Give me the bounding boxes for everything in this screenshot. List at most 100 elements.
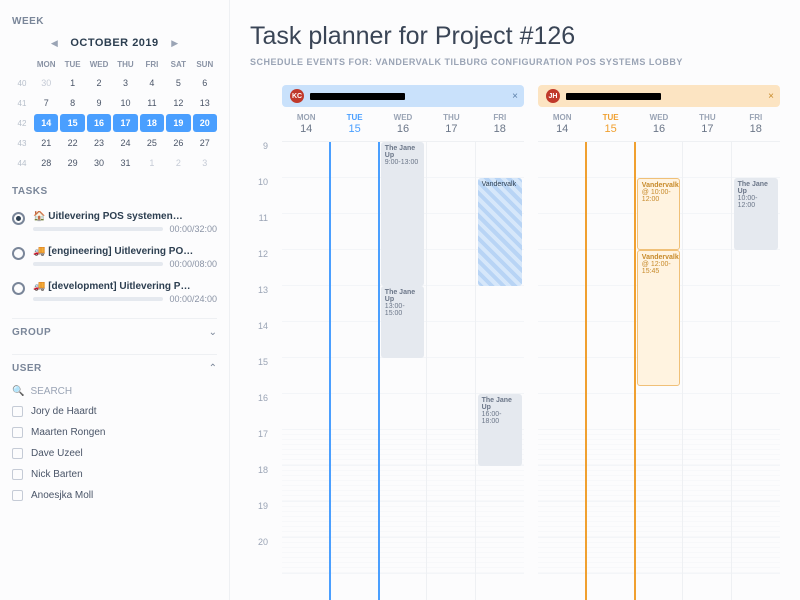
calendar-day[interactable]: 11 bbox=[140, 94, 164, 112]
day-column[interactable]: Vandervalk The Jane Up 16:00-18:00 bbox=[476, 142, 524, 600]
hour-label: 16 bbox=[250, 393, 272, 429]
day-column[interactable]: The Jane Up 10:00-12:00 bbox=[732, 142, 780, 600]
day-column[interactable] bbox=[427, 142, 475, 600]
calendar-dow: THU bbox=[113, 57, 137, 72]
grid-body[interactable]: Vandervalk @ 10:00-12:00 Vandervalk @ 12… bbox=[538, 141, 780, 600]
checkbox-icon[interactable] bbox=[12, 427, 23, 438]
calendar-day[interactable]: 3 bbox=[193, 154, 217, 172]
calendar-day[interactable]: 21 bbox=[34, 134, 58, 152]
calendar-day[interactable]: 14 bbox=[34, 114, 58, 132]
day-column[interactable] bbox=[329, 142, 379, 600]
event-time: 9:00-13:00 bbox=[385, 159, 420, 166]
next-month-icon[interactable]: ▶ bbox=[167, 35, 183, 51]
calendar-day[interactable]: 16 bbox=[87, 114, 111, 132]
calendar-day[interactable]: 12 bbox=[166, 94, 190, 112]
grid-body[interactable]: The Jane Up 9:00-13:00 The Jane Up 13:00… bbox=[282, 141, 524, 600]
calendar-day[interactable]: 8 bbox=[60, 94, 84, 112]
calendar-day[interactable]: 1 bbox=[60, 74, 84, 92]
calendar-week-num: 43 bbox=[12, 134, 32, 152]
lane-header[interactable]: KC × bbox=[282, 85, 524, 107]
calendar-day[interactable]: 26 bbox=[166, 134, 190, 152]
user-item[interactable]: Maarten Rongen bbox=[12, 422, 217, 443]
user-item[interactable]: Anoesjka Moll bbox=[12, 485, 217, 506]
day-column[interactable] bbox=[683, 142, 731, 600]
calendar-day[interactable]: 27 bbox=[193, 134, 217, 152]
event-block[interactable]: Vandervalk @ 10:00-12:00 bbox=[637, 178, 680, 250]
calendar-day[interactable]: 4 bbox=[140, 74, 164, 92]
task-item[interactable]: 🚚 [development] Uitlevering P… 00:00/24:… bbox=[12, 275, 217, 310]
calendar-day[interactable]: 9 bbox=[87, 94, 111, 112]
event-block[interactable]: Vandervalk @ 12:00-15:45 bbox=[637, 250, 680, 386]
calendar-day[interactable]: 5 bbox=[166, 74, 190, 92]
user-item[interactable]: Jory de Haardt bbox=[12, 401, 217, 422]
calendar-day[interactable]: 3 bbox=[113, 74, 137, 92]
task-item[interactable]: 🏠 Uitlevering POS systemen… 00:00/32:00 bbox=[12, 205, 217, 240]
event-block[interactable]: The Jane Up 9:00-13:00 bbox=[381, 142, 424, 286]
task-name: 🏠 Uitlevering POS systemen… bbox=[33, 211, 217, 222]
calendar-day[interactable]: 15 bbox=[60, 114, 84, 132]
calendar-day[interactable]: 1 bbox=[140, 154, 164, 172]
user-section[interactable]: USER ⌃ bbox=[12, 354, 217, 382]
event-time: @ 12:00-15:45 bbox=[642, 261, 675, 275]
calendar-day[interactable]: 20 bbox=[193, 114, 217, 132]
event-block[interactable]: The Jane Up 16:00-18:00 bbox=[478, 394, 522, 466]
calendar-day[interactable]: 31 bbox=[113, 154, 137, 172]
checkbox-icon[interactable] bbox=[12, 469, 23, 480]
planner: 91011121314151617181920 KC × MON14TUE15W… bbox=[250, 85, 780, 600]
calendar-day[interactable]: 24 bbox=[113, 134, 137, 152]
calendar-day[interactable]: 18 bbox=[140, 114, 164, 132]
calendar-day[interactable]: 30 bbox=[87, 154, 111, 172]
calendar-day[interactable]: 29 bbox=[60, 154, 84, 172]
day-column[interactable] bbox=[282, 142, 330, 600]
event-block[interactable]: Vandervalk bbox=[478, 178, 522, 286]
day-column[interactable] bbox=[585, 142, 635, 600]
calendar-day[interactable]: 7 bbox=[34, 94, 58, 112]
user-search[interactable]: 🔍 SEARCH bbox=[12, 382, 217, 401]
calendar-day[interactable]: 13 bbox=[193, 94, 217, 112]
calendar-day[interactable]: 30 bbox=[34, 74, 58, 92]
radio-icon[interactable] bbox=[12, 212, 25, 225]
close-icon[interactable]: × bbox=[512, 91, 518, 102]
calendar-day[interactable]: 25 bbox=[140, 134, 164, 152]
calendar-day[interactable]: 28 bbox=[34, 154, 58, 172]
event-block[interactable]: The Jane Up 13:00-15:00 bbox=[381, 286, 424, 358]
event-time: @ 10:00-12:00 bbox=[642, 189, 675, 203]
day-column[interactable]: The Jane Up 9:00-13:00 The Jane Up 13:00… bbox=[379, 142, 427, 600]
tasks-list: 🏠 Uitlevering POS systemen… 00:00/32:00 … bbox=[12, 205, 217, 310]
task-item[interactable]: 🚚 [engineering] Uitlevering PO… 00:00/08… bbox=[12, 240, 217, 275]
calendar-day[interactable]: 19 bbox=[166, 114, 190, 132]
event-time: 16:00-18:00 bbox=[482, 411, 518, 425]
calendar-day[interactable]: 10 bbox=[113, 94, 137, 112]
event-block[interactable]: The Jane Up 10:00-12:00 bbox=[734, 178, 778, 250]
day-column[interactable]: Vandervalk @ 10:00-12:00 Vandervalk @ 12… bbox=[635, 142, 683, 600]
page-subtitle: SCHEDULE EVENTS FOR: VANDERVALK TILBURG … bbox=[250, 57, 780, 67]
prev-month-icon[interactable]: ◀ bbox=[46, 35, 62, 51]
calendar-week-num: 41 bbox=[12, 94, 32, 112]
event-title: The Jane Up bbox=[482, 397, 518, 411]
user-item[interactable]: Dave Uzeel bbox=[12, 443, 217, 464]
calendar-dow: WED bbox=[87, 57, 111, 72]
calendar-day[interactable]: 22 bbox=[60, 134, 84, 152]
hour-label: 14 bbox=[250, 321, 272, 357]
hour-label: 19 bbox=[250, 501, 272, 537]
lane-header[interactable]: JH × bbox=[538, 85, 780, 107]
close-icon[interactable]: × bbox=[768, 91, 774, 102]
radio-icon[interactable] bbox=[12, 282, 25, 295]
users-list: Jory de Haardt Maarten Rongen Dave Uzeel… bbox=[12, 401, 217, 506]
checkbox-icon[interactable] bbox=[12, 406, 23, 417]
user-item[interactable]: Nick Barten bbox=[12, 464, 217, 485]
group-section[interactable]: GROUP ⌄ bbox=[12, 318, 217, 346]
task-name: 🚚 [engineering] Uitlevering PO… bbox=[33, 246, 217, 257]
calendar-day[interactable]: 17 bbox=[113, 114, 137, 132]
calendar-day[interactable]: 23 bbox=[87, 134, 111, 152]
day-header: FRI18 bbox=[476, 111, 524, 141]
checkbox-icon[interactable] bbox=[12, 490, 23, 501]
radio-icon[interactable] bbox=[12, 247, 25, 260]
hour-label: 17 bbox=[250, 429, 272, 465]
main: Task planner for Project #126 SCHEDULE E… bbox=[230, 0, 800, 600]
calendar-day[interactable]: 6 bbox=[193, 74, 217, 92]
calendar-day[interactable]: 2 bbox=[87, 74, 111, 92]
day-column[interactable] bbox=[538, 142, 586, 600]
calendar-day[interactable]: 2 bbox=[166, 154, 190, 172]
checkbox-icon[interactable] bbox=[12, 448, 23, 459]
